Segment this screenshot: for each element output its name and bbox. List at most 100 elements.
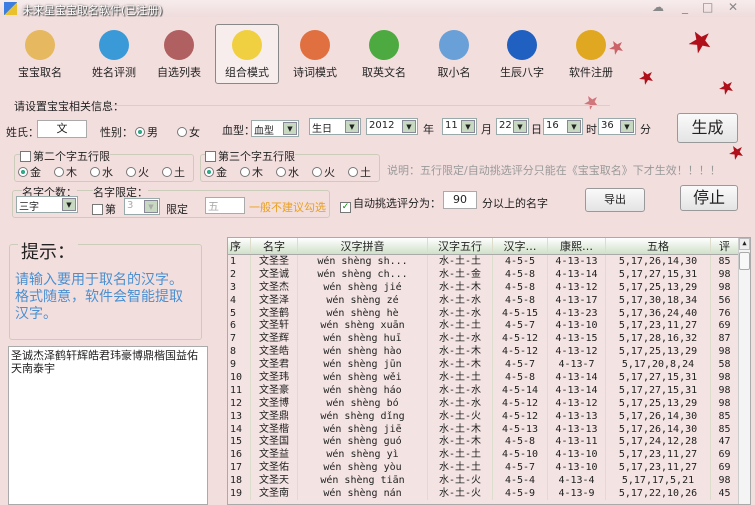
blood-select[interactable]: 血型 ▼ bbox=[251, 120, 299, 137]
toolbar-button-0[interactable]: 宝宝取名 bbox=[8, 24, 72, 84]
second-char-checkbox[interactable]: 第二个字五行限 bbox=[20, 148, 110, 164]
el2-radio-1[interactable]: 木 bbox=[54, 164, 77, 180]
column-header[interactable]: 康熙… bbox=[548, 238, 606, 254]
table-row[interactable]: 2 文圣诚 wén shèng ch... 水-土-金 4-5-8 4-13-14 5,17… bbox=[228, 267, 750, 281]
table-cell: wén shèng guó bbox=[298, 435, 428, 449]
column-header[interactable]: 汉字… bbox=[493, 238, 548, 254]
stop-button[interactable]: 停止 bbox=[680, 185, 738, 211]
toolbar-label: 诗词模式 bbox=[293, 66, 337, 79]
maximize-button[interactable]: □ bbox=[702, 0, 713, 14]
table-cell: 4-5-12 bbox=[493, 396, 548, 410]
toolbar-button-1[interactable]: 姓名评测 bbox=[82, 24, 146, 84]
table-row[interactable]: 11 文圣豪 wén shèng háo 水-土-水 4-5-14 4-13-14 5,17… bbox=[228, 383, 750, 397]
column-header[interactable]: 名字 bbox=[251, 238, 298, 254]
el3-radio-1[interactable]: 木 bbox=[240, 164, 263, 180]
skin-icon[interactable]: ☁ bbox=[652, 0, 664, 14]
table-row[interactable]: 17 文圣佑 wén shèng yòu 水-土-土 4-5-7 4-13-10 5,17,… bbox=[228, 461, 750, 475]
day-unit: 日 bbox=[531, 123, 542, 136]
toolbar-label: 取英文名 bbox=[362, 66, 406, 79]
table-cell: 4-13-15 bbox=[548, 332, 606, 346]
auto-score-checkbox[interactable]: ✓ 自动挑选评分为： bbox=[340, 195, 441, 213]
table-cell: 87 bbox=[711, 332, 739, 346]
table-cell: 5 bbox=[228, 306, 251, 320]
table-cell: 98 bbox=[711, 474, 739, 488]
limit-char-input[interactable]: 五 bbox=[205, 197, 245, 214]
generate-button[interactable]: 生成 bbox=[677, 113, 738, 143]
table-row[interactable]: 15 文圣国 wén shèng guó 水-土-木 4-5-8 4-13-11 5,17,… bbox=[228, 435, 750, 449]
minimize-button[interactable]: _ bbox=[682, 0, 688, 14]
toolbar-button-3[interactable]: 组合模式 bbox=[215, 24, 279, 84]
table-row[interactable]: 7 文圣辉 wén shèng huī 水-土-水 4-5-12 4-13-15 5,17,… bbox=[228, 332, 750, 346]
auto-score-input[interactable]: 90 bbox=[443, 191, 477, 209]
gender-label: 性别： bbox=[100, 126, 133, 139]
gender-female-radio[interactable]: 女 bbox=[177, 124, 200, 140]
gender-male-radio[interactable]: 男 bbox=[135, 124, 158, 140]
table-cell: 17 bbox=[228, 461, 251, 475]
day-select[interactable]: 22 ▼ bbox=[496, 118, 529, 135]
scroll-up-button[interactable]: ▲ bbox=[739, 238, 750, 250]
el3-radio-2[interactable]: 水 bbox=[276, 164, 299, 180]
table-cell: 4-13-10 bbox=[548, 319, 606, 333]
el3-radio-0[interactable]: 金 bbox=[204, 164, 227, 180]
chars-textarea[interactable]: 圣诚杰泽鹤轩辉皓君玮豪博鼎楷国益佑天南泰宇 bbox=[8, 346, 208, 505]
el2-radio-4[interactable]: 土 bbox=[162, 164, 185, 180]
table-cell: 10 bbox=[228, 371, 251, 384]
table-row[interactable]: 10 文圣玮 wén shèng wěi 水-土-土 4-5-8 4-13-14 5,17,… bbox=[228, 371, 750, 384]
month-select[interactable]: 11 ▼ bbox=[442, 118, 477, 135]
table-row[interactable]: 3 文圣杰 wén shèng jié 水-土-木 4-5-8 4-13-12 5,17,2… bbox=[228, 280, 750, 294]
column-header[interactable]: 序 bbox=[228, 238, 251, 254]
table-row[interactable]: 14 文圣楷 wén shèng jiē 水-土-木 4-5-13 4-13-13 5,17… bbox=[228, 422, 750, 436]
table-cell: 4-13-14 bbox=[548, 371, 606, 384]
toolbar-label: 组合模式 bbox=[225, 66, 269, 79]
table-cell: 文圣鼎 bbox=[251, 409, 298, 423]
table-row[interactable]: 16 文圣益 wén shèng yì 水-土-土 4-5-10 4-13-10 5,17,… bbox=[228, 448, 750, 462]
birth-select[interactable]: 生日 ▼ bbox=[309, 118, 361, 135]
table-row[interactable]: 5 文圣鹤 wén shèng hè 水-土-水 4-5-15 4-13-23 5,17,3… bbox=[228, 306, 750, 320]
column-header[interactable]: 汉字五行 bbox=[428, 238, 493, 254]
table-row[interactable]: 9 文圣君 wén shèng jūn 水-土-木 4-5-7 4-13-7 5,17,20… bbox=[228, 358, 750, 372]
hour-select[interactable]: 16 ▼ bbox=[543, 118, 583, 135]
table-cell: 85 bbox=[711, 422, 739, 436]
table-row[interactable]: 19 文圣南 wén shèng nán 水-土-火 4-5-9 4-13-9 5,17,2… bbox=[228, 487, 750, 500]
toolbar-button-4[interactable]: 诗词模式 bbox=[283, 24, 347, 84]
table-row[interactable]: 8 文圣皓 wén shèng hào 水-土-木 4-5-12 4-13-12 5,17,… bbox=[228, 345, 750, 359]
table-cell: 5,17,28,16,32 bbox=[606, 332, 711, 346]
table-row[interactable]: 1 文圣圣 wén shèng sh... 水-土-土 4-5-5 4-13-13 5,17… bbox=[228, 255, 750, 268]
toolbar-button-2[interactable]: 自选列表 bbox=[147, 24, 211, 84]
table-row[interactable]: 12 文圣博 wén shèng bó 水-土-水 4-5-12 4-13-12 5,17,… bbox=[228, 396, 750, 410]
table-row[interactable]: 6 文圣轩 wén shèng xuān 水-土-土 4-5-7 4-13-10 5,17,… bbox=[228, 319, 750, 333]
el2-radio-0[interactable]: 金 bbox=[18, 164, 41, 180]
column-header[interactable]: 汉字拼音 bbox=[298, 238, 428, 254]
table-row[interactable]: 13 文圣鼎 wén shèng dǐng 水-土-火 4-5-12 4-13-13 5,1… bbox=[228, 409, 750, 423]
limit-position-select[interactable]: 3 ▼ bbox=[124, 198, 160, 215]
close-button[interactable]: ✕ bbox=[728, 0, 738, 14]
table-cell: 水-土-水 bbox=[428, 332, 493, 346]
toolbar-button-8[interactable]: 软件注册 bbox=[559, 24, 623, 84]
el3-radio-3[interactable]: 火 bbox=[312, 164, 335, 180]
el2-radio-3[interactable]: 火 bbox=[126, 164, 149, 180]
scrollbar[interactable]: ▲ bbox=[738, 238, 750, 504]
column-header[interactable]: 评 bbox=[711, 238, 739, 254]
year-select[interactable]: 2012 ▼ bbox=[366, 118, 418, 135]
table-row[interactable]: 4 文圣泽 wén shèng zé 水-土-水 4-5-8 4-13-17 5,17,30… bbox=[228, 293, 750, 307]
minute-select[interactable]: 36 ▼ bbox=[598, 118, 636, 135]
column-header[interactable]: 五格 bbox=[606, 238, 711, 254]
limit-word: 限定 bbox=[166, 203, 188, 216]
table-cell: 4-5-7 bbox=[493, 358, 548, 372]
toolbar-label: 自选列表 bbox=[157, 66, 201, 79]
third-char-checkbox[interactable]: 第三个字五行限 bbox=[205, 148, 295, 164]
surname-input[interactable]: 文 bbox=[37, 120, 87, 138]
scroll-thumb[interactable] bbox=[739, 252, 750, 270]
toolbar-button-6[interactable]: 取小名 bbox=[422, 24, 486, 84]
el3-radio-4[interactable]: 土 bbox=[348, 164, 371, 180]
export-button[interactable]: 导出 bbox=[585, 188, 645, 212]
table-cell: 文圣杰 bbox=[251, 280, 298, 294]
toolbar-button-7[interactable]: 生辰八字 bbox=[490, 24, 554, 84]
table-cell: 文圣南 bbox=[251, 487, 298, 500]
limit-checkbox[interactable]: 第 bbox=[92, 201, 116, 217]
el2-radio-2[interactable]: 水 bbox=[90, 164, 113, 180]
table-cell: wén shèng huī bbox=[298, 332, 428, 346]
table-row[interactable]: 18 文圣天 wén shèng tiān 水-土-火 4-5-4 4-13-4 5,17,… bbox=[228, 474, 750, 488]
toolbar-button-5[interactable]: 取英文名 bbox=[352, 24, 416, 84]
count-select[interactable]: 三字 ▼ bbox=[16, 196, 78, 213]
